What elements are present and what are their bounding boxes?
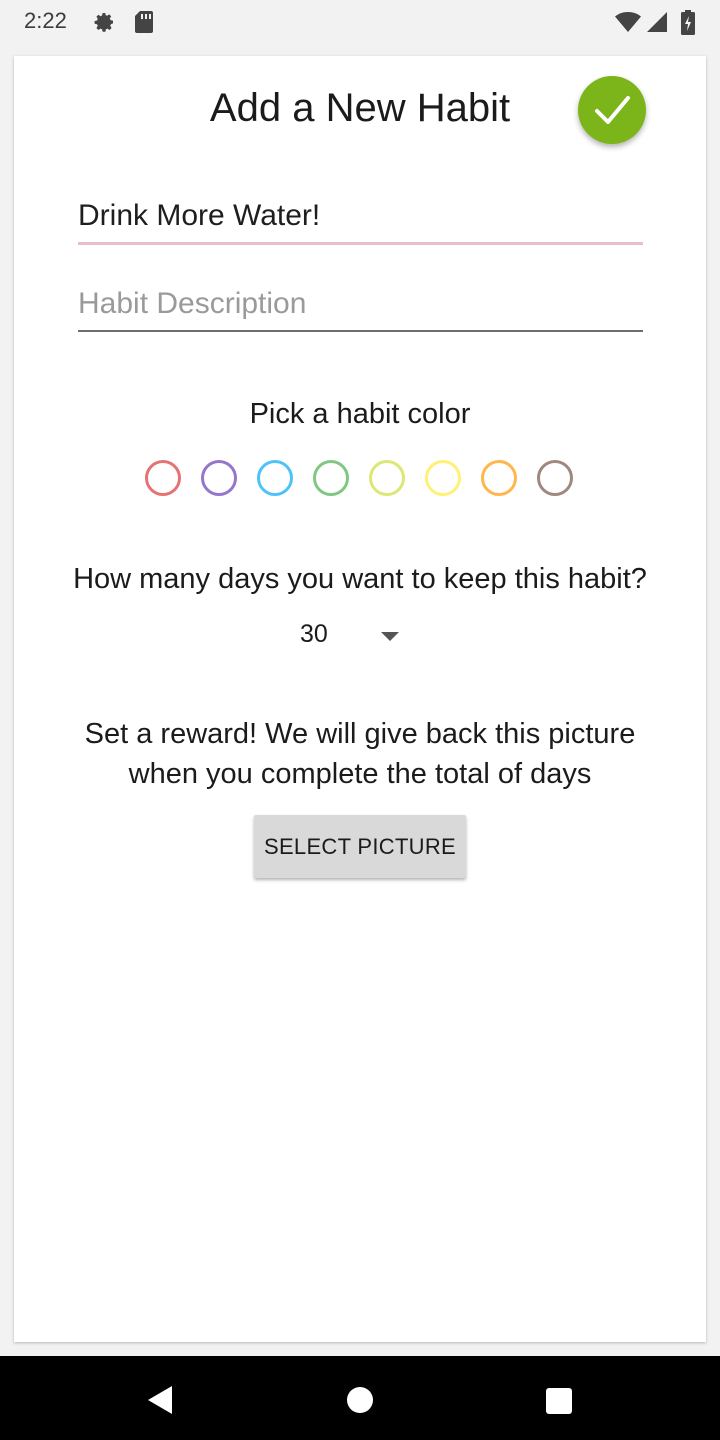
color-option-lime[interactable] — [369, 460, 405, 496]
color-option-purple[interactable] — [201, 460, 237, 496]
check-icon — [595, 96, 630, 124]
confirm-button[interactable] — [578, 76, 646, 144]
signal-icon — [646, 10, 668, 39]
home-icon — [347, 1387, 373, 1413]
dropdown-arrow-icon — [381, 632, 399, 641]
color-option-green[interactable] — [313, 460, 349, 496]
navigation-bar — [0, 1356, 720, 1440]
color-picker — [145, 460, 575, 496]
days-label: How many days you want to keep this habi… — [73, 563, 647, 595]
color-option-blue[interactable] — [257, 460, 293, 496]
color-option-yellow[interactable] — [425, 460, 461, 496]
back-icon — [148, 1386, 172, 1414]
days-selected-value: 30 — [300, 620, 328, 648]
status-time: 2:22 — [24, 8, 67, 33]
reward-text-line-2: when you complete the total of days — [128, 758, 592, 790]
wifi-icon — [614, 10, 642, 39]
back-button[interactable] — [140, 1380, 180, 1420]
home-button[interactable] — [340, 1380, 380, 1420]
reward-description: Set a reward! We will give back this pic… — [40, 714, 680, 794]
battery-icon — [680, 10, 696, 41]
recents-button[interactable] — [538, 1380, 578, 1420]
sd-card-icon — [134, 10, 154, 39]
reward-text-line-1: Set a reward! We will give back this pic… — [84, 718, 636, 750]
color-picker-label: Pick a habit color — [249, 398, 471, 430]
color-option-orange[interactable] — [481, 460, 517, 496]
gear-icon — [92, 10, 116, 39]
color-option-brown[interactable] — [537, 460, 573, 496]
form-card — [14, 56, 706, 1342]
color-option-red[interactable] — [145, 460, 181, 496]
days-dropdown[interactable]: 30 — [286, 614, 416, 658]
status-bar: 2:22 — [0, 0, 720, 44]
select-picture-button[interactable]: SELECT PICTURE — [254, 815, 466, 878]
habit-name-input[interactable] — [78, 190, 643, 245]
recents-icon — [546, 1388, 572, 1414]
habit-description-input[interactable] — [78, 278, 643, 332]
